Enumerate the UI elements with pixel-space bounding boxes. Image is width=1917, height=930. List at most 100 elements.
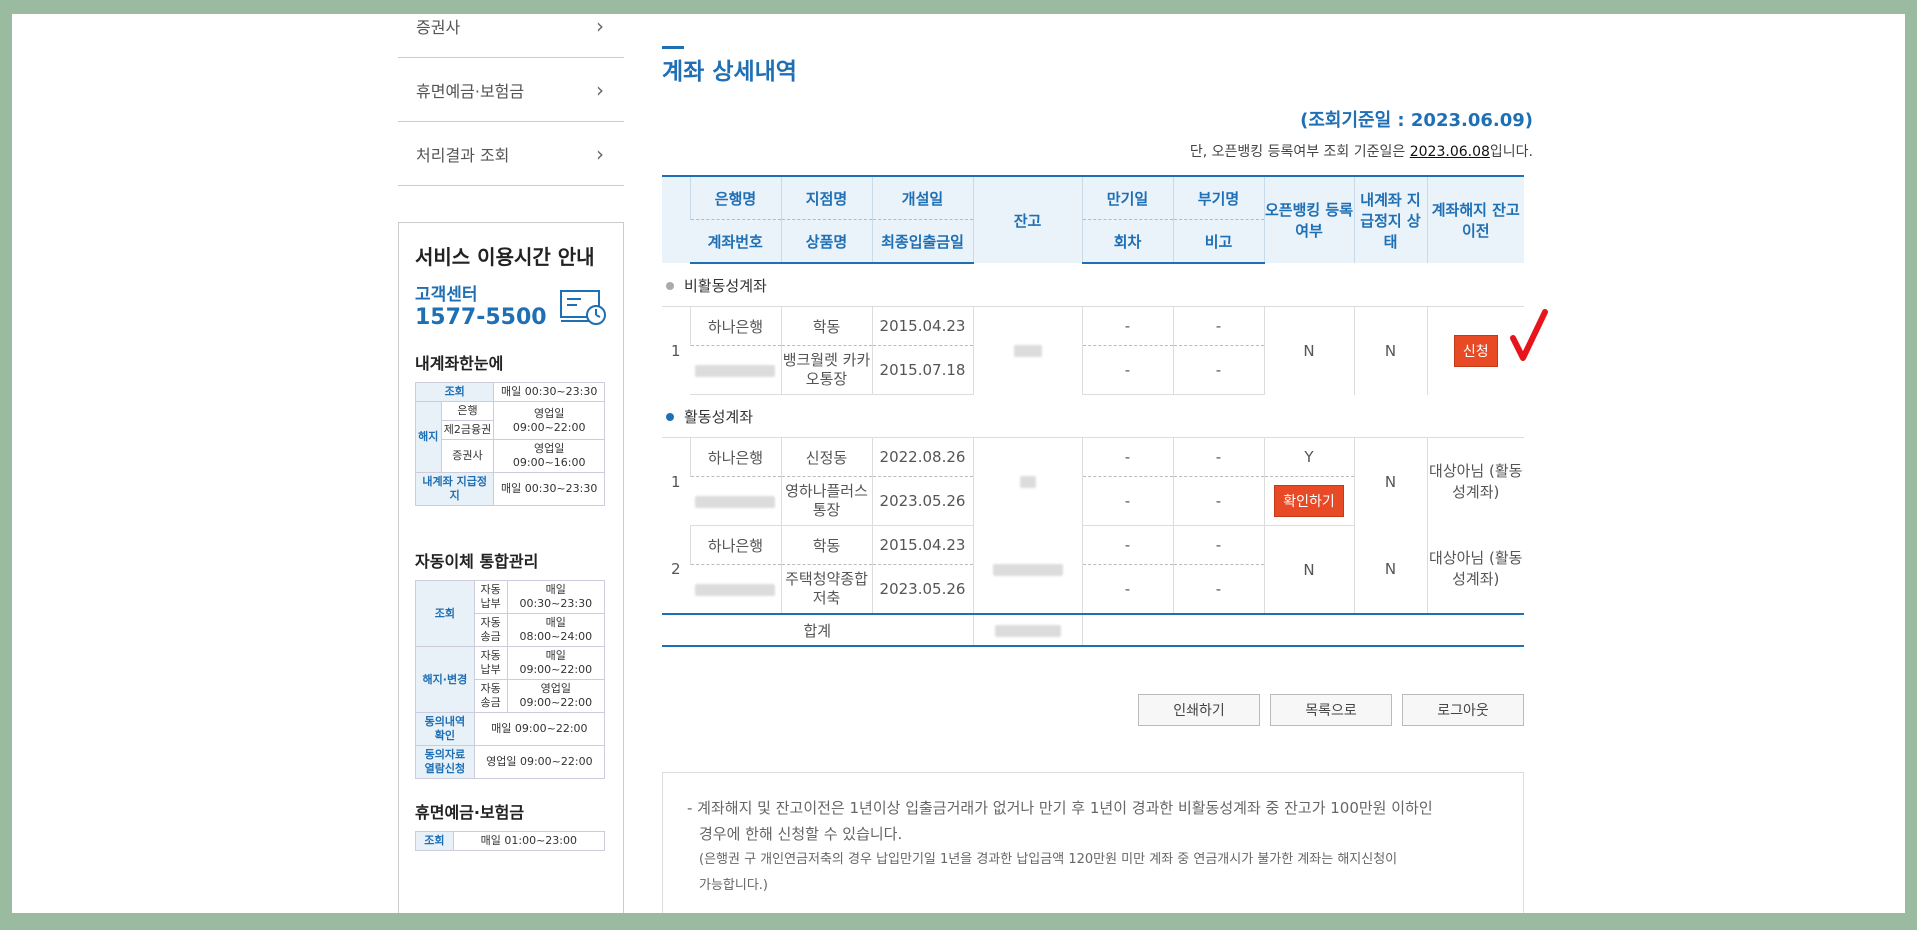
open-date: 2015.04.23: [871, 306, 973, 346]
openbanking-status: N: [1263, 525, 1354, 614]
base-note-prefix: 단, 오픈뱅킹 등록여부 조회 기준일은: [1189, 144, 1410, 160]
col-acct-no: 계좌번호: [690, 219, 781, 264]
col-transfer: 계좌해지 잔고이전: [1426, 175, 1524, 263]
round: -: [1081, 476, 1173, 526]
section-label: 비활동성계좌: [684, 276, 767, 295]
table-row: 1 하나은행 신정동 2022.08.26 - - Y N 대상아님 (활동성계…: [662, 437, 1524, 526]
label-change: 해지·변경: [415, 646, 475, 713]
label-change-pay: 자동납부: [473, 646, 508, 680]
transfer-status: 대상아님 (활동성계좌): [1426, 525, 1524, 614]
logout-button[interactable]: 로그아웃: [1402, 694, 1524, 726]
ledger: -: [1172, 306, 1264, 346]
dormant-title: 휴면예금·보험금: [415, 803, 525, 822]
list-button[interactable]: 목록으로: [1270, 694, 1392, 726]
label-cancel: 해지: [415, 401, 442, 473]
open-date: 2015.04.23: [871, 525, 973, 565]
maturity: -: [1081, 525, 1173, 565]
section-inactive: 비활동성계좌: [662, 263, 1524, 307]
branch-name: 신정동: [780, 437, 872, 477]
notice-line: (은행권 구 개인연금저축의 경우 납입만기일 1년을 경과한 납입금액 120…: [699, 852, 1398, 867]
label-auto-pay: 자동납부: [473, 580, 508, 614]
service-hours-title: 서비스 이용시간 안내: [415, 245, 595, 269]
notice-line: - 계좌해지 및 잔고이전은 1년이상 입출금거래가 없거나 만기 후 1년이 …: [687, 799, 1433, 817]
bullet-icon: [666, 282, 674, 290]
openbanking-status: N: [1263, 306, 1354, 395]
consent-check-time: 매일 09:00~22:00: [473, 712, 606, 746]
row-no: 1: [670, 341, 681, 360]
securities-time: 영업일 09:00~16:00: [493, 439, 605, 473]
service-card-icon: [560, 290, 606, 325]
total-empty: [1081, 613, 1524, 647]
title-accent-bar: [662, 46, 684, 49]
sidebar-item-securities[interactable]: 증권사 ›: [398, 14, 624, 58]
open-date: 2022.08.26: [871, 437, 973, 477]
col-last-date: 최종입출금일: [871, 219, 973, 264]
table-row: 2 하나은행 학동 2015.04.23 - - N N 대상아님 (활동성계좌…: [662, 525, 1524, 614]
change-pay-time: 매일 09:00~22:00: [506, 646, 606, 680]
bank-name: 하나은행: [689, 306, 781, 346]
sidebar-item-label: 증권사: [416, 17, 461, 37]
bank-name: 하나은행: [689, 437, 781, 477]
col-product: 상품명: [780, 219, 872, 264]
account-table: 은행명 지점명 개설일 잔고 만기일 부기명 오픈뱅킹 등록여부 내계좌 지급정…: [662, 175, 1524, 647]
sidebar-menu: 증권사 › 휴면예금·보험금 › 처리결과 조회 ›: [398, 14, 624, 186]
stop-time: 매일 00:30~23:30: [493, 472, 605, 506]
label-bank: 은행: [440, 401, 495, 421]
col-stop-status: 내계좌 지급정지 상태: [1353, 175, 1427, 263]
col-maturity: 만기일: [1081, 175, 1173, 220]
base-date: (조회기준일 : 2023.06.09): [1300, 110, 1533, 131]
label-consent-check: 동의내역 확인: [415, 712, 475, 746]
notice-box: - 계좌해지 및 잔고이전은 1년이상 입출금거래가 없거나 만기 후 1년이 …: [662, 772, 1524, 913]
balance-redacted: [972, 437, 1082, 526]
dormant-hours-table: 조회 매일 01:00~23:00: [415, 831, 606, 851]
chevron-right-icon: ›: [596, 14, 604, 38]
auto-send-time: 매일 08:00~24:00: [506, 613, 606, 647]
label-lookup: 조회: [415, 831, 454, 851]
col-bank: 은행명: [689, 175, 781, 220]
maturity: -: [1081, 306, 1173, 346]
dormant-lookup-time: 매일 01:00~23:00: [452, 831, 606, 851]
apply-button[interactable]: 신청: [1453, 334, 1498, 367]
last-date: 2023.05.26: [871, 476, 973, 526]
product-name: 주택청약종합저축: [780, 564, 872, 614]
col-balance: 잔고: [972, 175, 1082, 263]
my-accounts-hours-table: 조회 매일 00:30~23:30 해지 은행 영업일 09:00~22:00 …: [414, 382, 605, 506]
branch-name: 학동: [780, 525, 872, 565]
remark: -: [1172, 564, 1264, 614]
account-number-redacted: [690, 476, 781, 526]
bullet-icon: [666, 413, 674, 421]
product-name: 뱅크월렛 카카오통장: [780, 345, 872, 395]
col-openbanking: 오픈뱅킹 등록여부: [1263, 175, 1354, 263]
label-auto-send: 자동송금: [473, 613, 508, 647]
chevron-right-icon: ›: [596, 77, 604, 102]
sidebar-item-label: 처리결과 조회: [416, 145, 510, 165]
base-note-date: 2023.06.08: [1409, 144, 1490, 160]
col-remark: 비고: [1172, 219, 1264, 264]
col-no: [662, 175, 690, 263]
stop-status: N: [1353, 525, 1427, 614]
label-lookup: 조회: [414, 382, 495, 402]
account-number-redacted: [690, 345, 781, 395]
stop-status: N: [1353, 306, 1427, 395]
base-note-suffix: 입니다.: [1489, 144, 1533, 160]
sidebar-item-label: 휴면예금·보험금: [416, 81, 525, 101]
total-label: 합계: [662, 613, 973, 647]
print-button[interactable]: 인쇄하기: [1138, 694, 1260, 726]
service-hours-box: 서비스 이용시간 안내 고객센터 1577-5500 내계좌한눈에 조회 매일 …: [398, 222, 624, 913]
lookup-time: 매일 00:30~23:30: [493, 382, 605, 402]
balance-redacted: [972, 525, 1082, 614]
ledger: -: [1172, 437, 1264, 477]
ledger: -: [1172, 525, 1264, 565]
confirm-button[interactable]: 확인하기: [1274, 485, 1344, 517]
label-securities: 증권사: [440, 439, 495, 473]
auto-transfer-hours-table: 조회 자동납부 매일 00:30~23:30 자동송금 매일 08:00~24:…: [415, 580, 606, 779]
remark: -: [1172, 476, 1264, 526]
auto-pay-time: 매일 00:30~23:30: [506, 580, 606, 614]
round: -: [1081, 345, 1173, 395]
confirm-cell: 확인하기: [1263, 476, 1354, 526]
section-active: 활동성계좌: [662, 394, 1524, 438]
sidebar-item-dormant[interactable]: 휴면예금·보험금 ›: [398, 58, 624, 122]
notice-line: 가능합니다.): [699, 878, 769, 893]
sidebar-item-results[interactable]: 처리결과 조회 ›: [398, 122, 624, 186]
col-ledger: 부기명: [1172, 175, 1264, 220]
